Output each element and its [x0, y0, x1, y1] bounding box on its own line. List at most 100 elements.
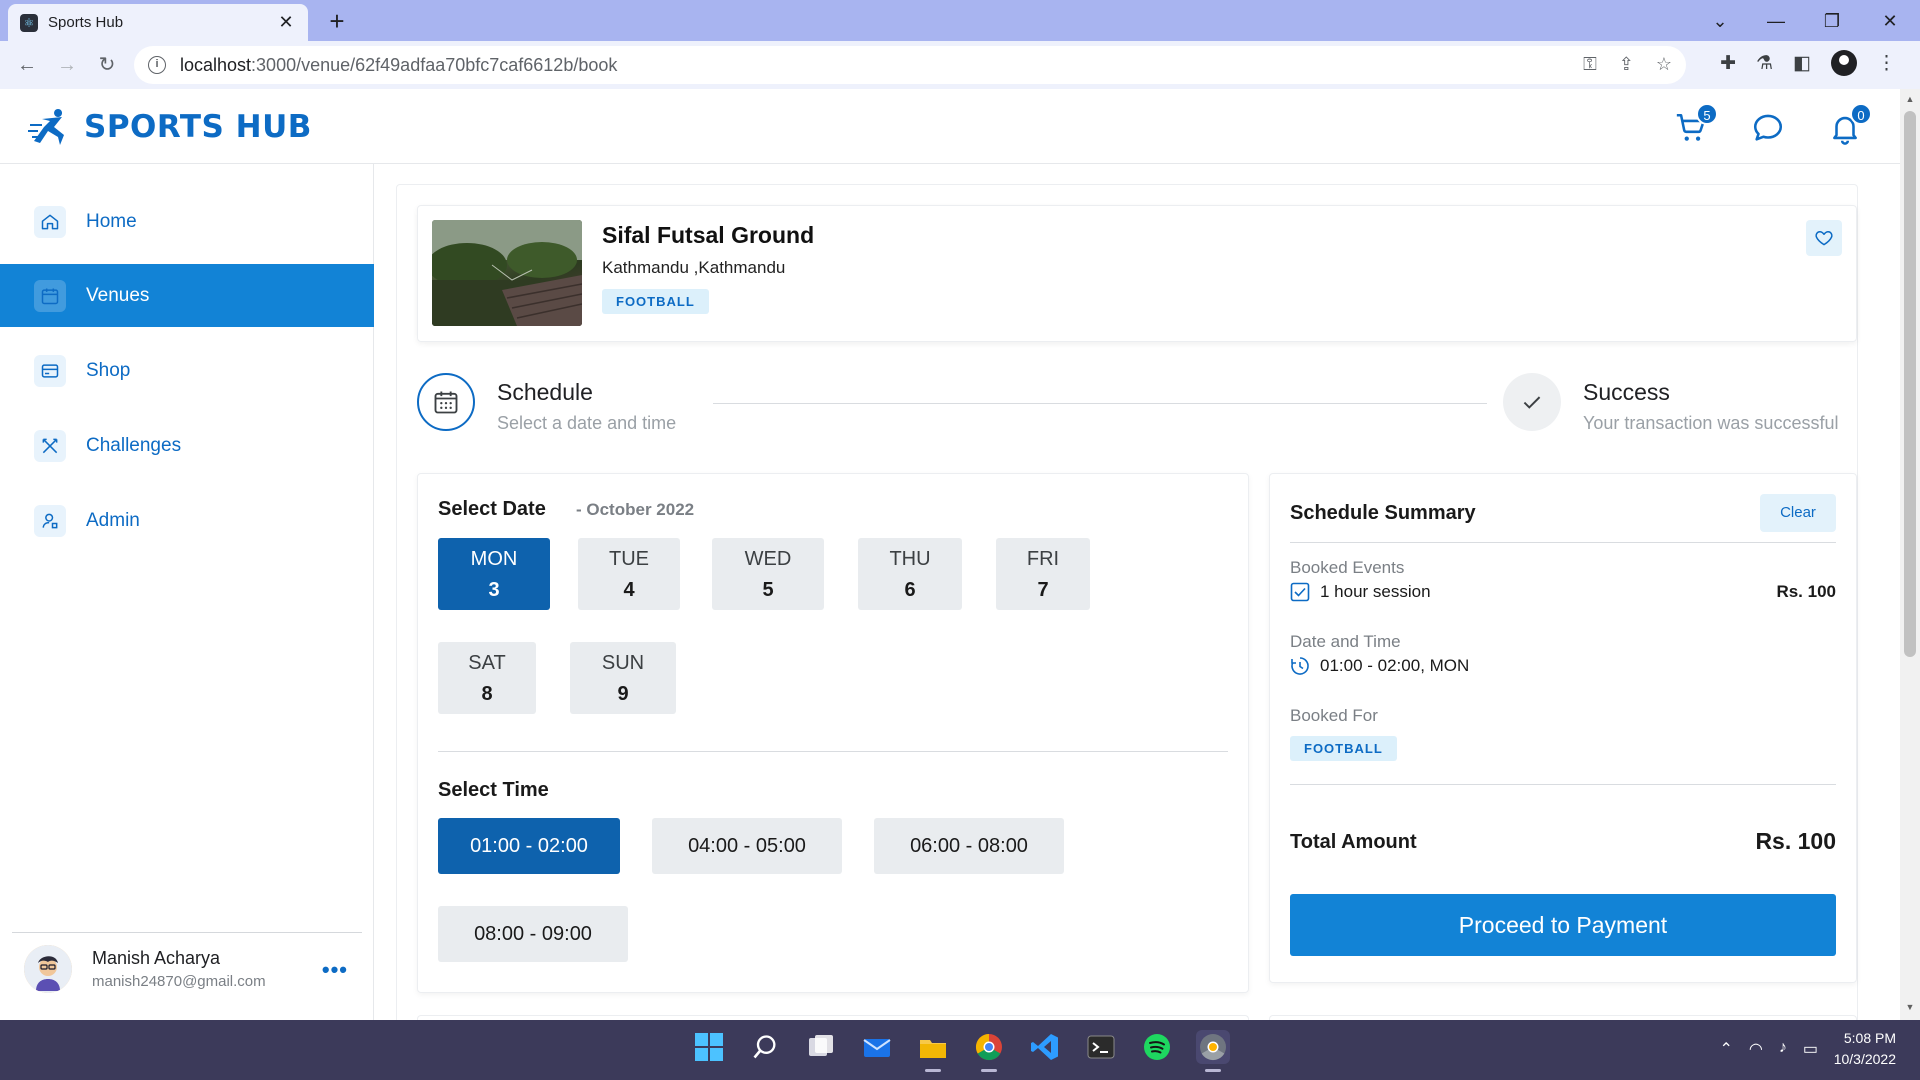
- page-scrollbar[interactable]: ▲ ▼: [1900, 89, 1920, 1020]
- extensions-icon[interactable]: ✚: [1720, 52, 1736, 75]
- day-fri[interactable]: FRI 7: [996, 538, 1090, 610]
- wifi-icon[interactable]: ◠: [1749, 1039, 1763, 1059]
- browser-tab[interactable]: ⚛ Sports Hub ✕: [8, 4, 308, 41]
- day-mon[interactable]: MON 3: [438, 538, 550, 610]
- favorite-button[interactable]: [1806, 220, 1842, 256]
- day-name: FRI: [1026, 548, 1060, 570]
- sidebar-item-admin[interactable]: Admin: [0, 489, 374, 552]
- cart-button[interactable]: 5: [1674, 103, 1718, 145]
- day-sun[interactable]: SUN 9: [570, 642, 676, 714]
- react-favicon-icon: ⚛: [20, 13, 38, 32]
- battery-icon[interactable]: ▭: [1803, 1039, 1818, 1059]
- close-tab-icon[interactable]: ✕: [276, 12, 296, 33]
- checkbox-checked-icon[interactable]: [1290, 582, 1310, 602]
- day-wed[interactable]: WED 5: [712, 538, 824, 610]
- time-slot[interactable]: 06:00 - 08:00: [874, 818, 1064, 874]
- restore-icon[interactable]: ❐: [1812, 6, 1852, 36]
- flask-icon[interactable]: ⚗: [1756, 52, 1773, 75]
- messages-button[interactable]: [1751, 111, 1785, 145]
- user-profile[interactable]: Manish Acharya manish24870@gmail.com •••: [12, 932, 362, 993]
- new-tab-icon[interactable]: +: [322, 6, 352, 36]
- profile-icon[interactable]: [1831, 50, 1857, 76]
- day-sat[interactable]: SAT 8: [438, 642, 536, 714]
- search-icon[interactable]: [748, 1030, 782, 1064]
- calendar-icon: [34, 279, 66, 312]
- venue-image: [432, 220, 582, 326]
- time-slot[interactable]: 08:00 - 09:00: [438, 906, 628, 962]
- logo[interactable]: SPORTS HUB: [28, 105, 312, 149]
- select-date-title: Select Date: [438, 498, 546, 520]
- menu-icon[interactable]: ⋮: [1877, 52, 1896, 75]
- date-time-value: 01:00 - 02:00, MON: [1320, 656, 1470, 675]
- url-path: :3000/venue/62f49adfaa70bfc7caf6612b/boo…: [251, 54, 618, 75]
- day-name: WED: [744, 548, 792, 570]
- avatar: [24, 945, 72, 993]
- sidebar-item-venues[interactable]: Venues: [0, 264, 374, 327]
- spotify-icon[interactable]: [1140, 1030, 1174, 1064]
- day-name: SUN: [601, 652, 645, 674]
- side-panel-icon[interactable]: ◧: [1793, 52, 1811, 75]
- mail-icon[interactable]: [860, 1030, 894, 1064]
- chrome-dev-icon[interactable]: [1196, 1030, 1230, 1072]
- time-slot[interactable]: 04:00 - 05:00: [652, 818, 842, 874]
- select-time-title: Select Time: [438, 779, 549, 801]
- sidebar-item-home[interactable]: Home: [0, 190, 374, 253]
- day-date: 6: [904, 579, 916, 601]
- chrome-icon[interactable]: [972, 1030, 1006, 1072]
- brand-name: SPORTS HUB: [84, 109, 312, 145]
- day-date: 7: [1037, 579, 1049, 601]
- back-icon[interactable]: ←: [12, 50, 42, 80]
- browser-toolbar: ← → ↻ i localhost:3000/venue/62f49adfaa7…: [0, 41, 1920, 89]
- notification-count-badge: 0: [1850, 103, 1872, 125]
- chat-bubble-icon: [1753, 114, 1783, 141]
- reload-icon[interactable]: ↻: [92, 50, 122, 80]
- minimize-icon[interactable]: —: [1756, 6, 1796, 36]
- day-thu[interactable]: THU 6: [858, 538, 962, 610]
- system-clock[interactable]: 5:08 PM 10/3/2022: [1834, 1028, 1896, 1070]
- clear-button[interactable]: Clear: [1760, 494, 1836, 532]
- month-label: - October 2022: [576, 500, 695, 519]
- booked-events-label: Booked Events: [1290, 558, 1405, 577]
- scroll-down-icon[interactable]: ▼: [1904, 1001, 1916, 1013]
- file-explorer-icon[interactable]: [916, 1030, 950, 1072]
- chevron-up-icon[interactable]: ⌃: [1720, 1039, 1733, 1059]
- bookmark-star-icon[interactable]: ☆: [1656, 54, 1672, 75]
- time-slot[interactable]: 01:00 - 02:00: [438, 818, 620, 874]
- forward-icon[interactable]: →: [52, 50, 82, 80]
- key-icon[interactable]: ⚿: [1583, 54, 1597, 75]
- day-name: THU: [889, 548, 931, 570]
- sidebar-item-shop[interactable]: Shop: [0, 339, 374, 402]
- windows-start-icon[interactable]: [692, 1030, 726, 1064]
- sidebar: Home Venues Shop Challenges Admin Manish…: [0, 164, 374, 1020]
- day-date: 5: [762, 579, 774, 601]
- proceed-to-payment-button[interactable]: Proceed to Payment: [1290, 894, 1836, 956]
- day-tue[interactable]: TUE 4: [578, 538, 680, 610]
- address-bar[interactable]: i localhost:3000/venue/62f49adfaa70bfc7c…: [134, 46, 1686, 84]
- booked-event-row: 1 hour session Rs. 100: [1290, 582, 1836, 602]
- day-date: 8: [481, 683, 493, 705]
- notifications-button[interactable]: 0: [1828, 103, 1872, 145]
- sidebar-item-challenges[interactable]: Challenges: [0, 414, 374, 477]
- more-options-icon[interactable]: •••: [322, 957, 348, 983]
- scroll-up-icon[interactable]: ▲: [1904, 93, 1916, 105]
- terminal-icon[interactable]: [1084, 1030, 1118, 1064]
- user-email: manish24870@gmail.com: [92, 973, 266, 990]
- close-window-icon[interactable]: ✕: [1870, 6, 1910, 36]
- site-info-icon[interactable]: i: [148, 56, 166, 74]
- sidebar-item-label: Challenges: [86, 434, 182, 456]
- booking-panel: Sifal Futsal Ground Kathmandu ,Kathmandu…: [396, 184, 1858, 1035]
- scrollbar-thumb[interactable]: [1904, 111, 1916, 657]
- day-name: SAT: [468, 652, 506, 674]
- task-view-icon[interactable]: [804, 1030, 838, 1064]
- browser-tab-bar: ⚛ Sports Hub ✕ + ⌄ — ❐ ✕: [0, 0, 1920, 41]
- share-icon[interactable]: ⇪: [1619, 54, 1634, 75]
- vscode-icon[interactable]: [1028, 1030, 1062, 1064]
- heart-icon: [1815, 231, 1833, 246]
- event-price: Rs. 100: [1776, 582, 1836, 601]
- tab-search-icon[interactable]: ⌄: [1700, 6, 1740, 36]
- url-host: localhost: [180, 54, 252, 75]
- volume-icon[interactable]: ♪: [1779, 1039, 1787, 1059]
- step-success-title: Success: [1583, 379, 1670, 405]
- sidebar-item-label: Shop: [86, 359, 131, 381]
- summary-title: Schedule Summary: [1290, 502, 1476, 524]
